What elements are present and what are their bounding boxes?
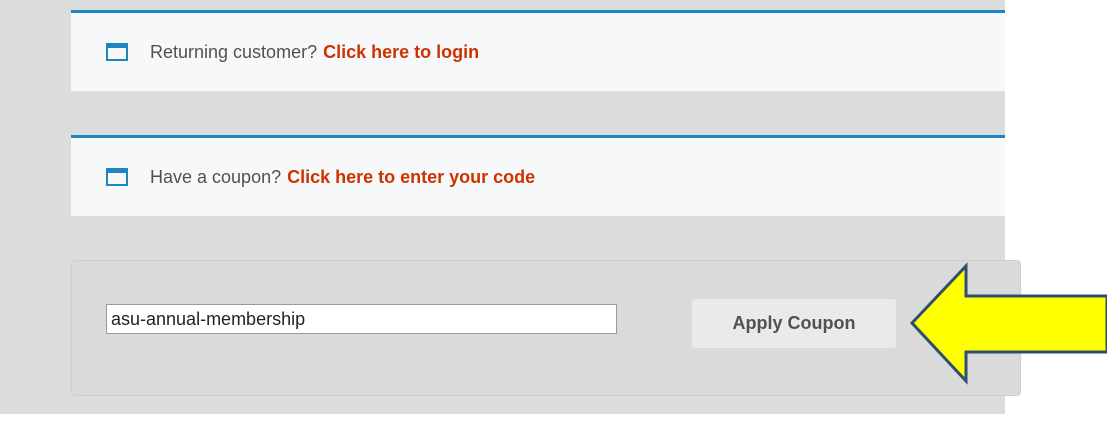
checkout-page: Returning customer? Click here to login … [0,0,1107,430]
arrow-left-icon [909,262,1107,385]
arrow-annotation-icon [909,262,1107,385]
